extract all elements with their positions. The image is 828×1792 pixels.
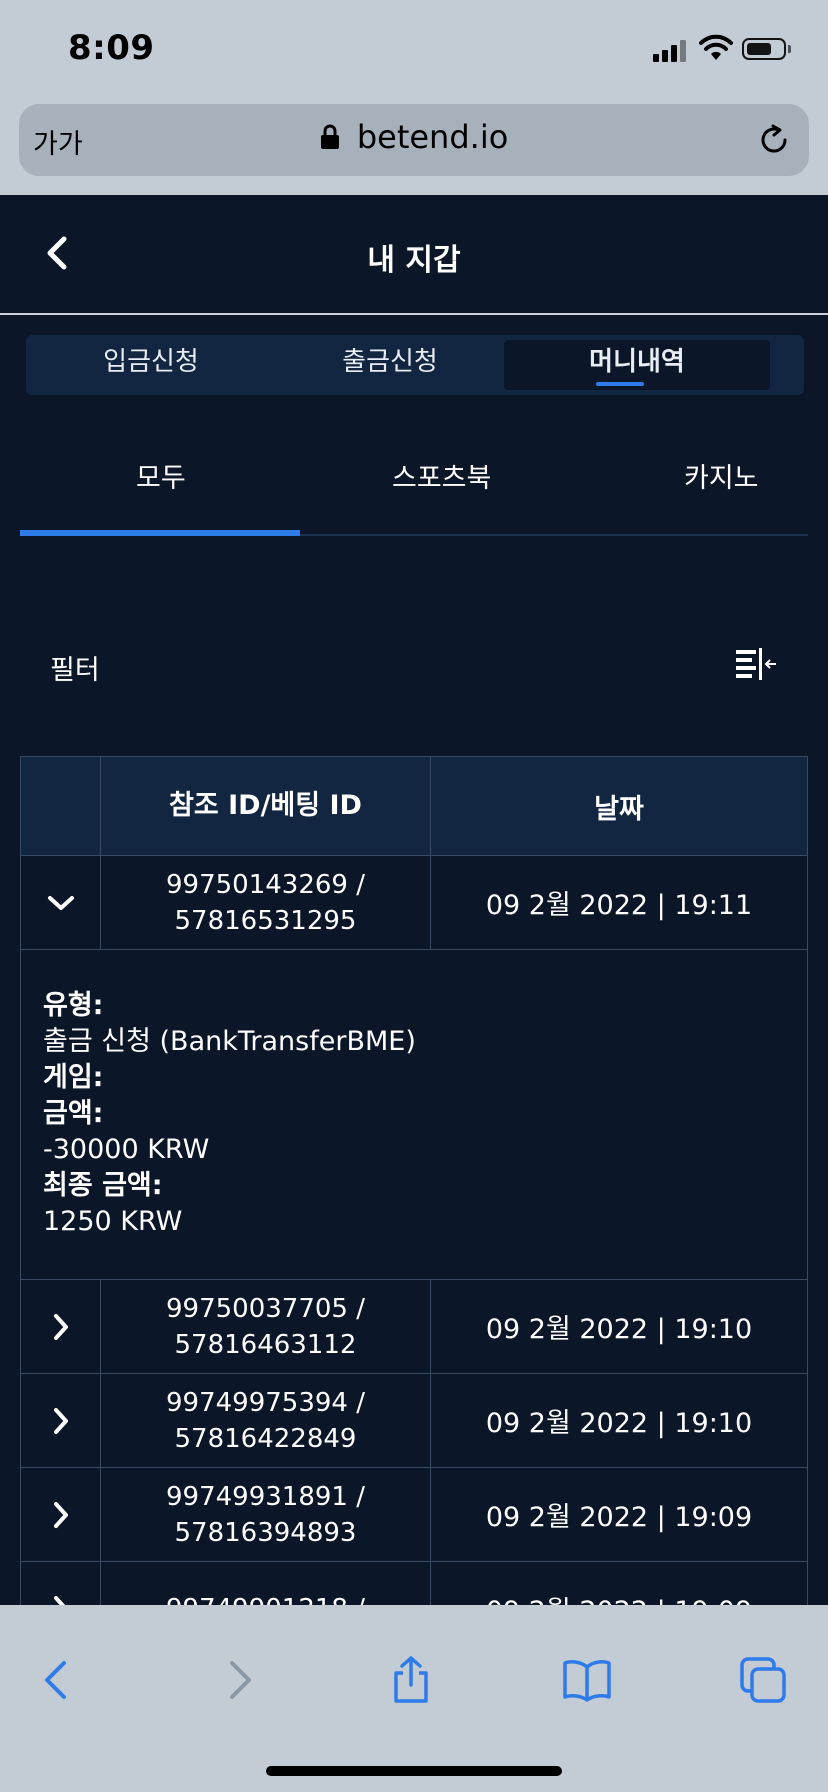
tab-money-history-label: 머니내역: [589, 347, 685, 377]
table-row[interactable]: 99749975394 / 57816422849 09 2월 2022 | 19…: [20, 1374, 808, 1468]
reload-icon[interactable]: [757, 123, 791, 157]
ref-bet-id: 99750037705 / 57816463112: [101, 1280, 431, 1373]
ref-bet-id: 99749931891 / 57816394893: [101, 1468, 431, 1561]
history-table: 참조 ID/베팅 ID 날짜 99750143269 / 57816531295 …: [20, 756, 808, 1656]
table-header: 참조 ID/베팅 ID 날짜: [20, 756, 808, 856]
filter-label[interactable]: 필터: [50, 648, 100, 687]
bet-id: 57816531295: [174, 905, 357, 936]
chevron-down-icon: [47, 895, 74, 910]
chevron-right-icon: [53, 1313, 68, 1340]
tabs-icon[interactable]: [738, 1655, 788, 1705]
table-row[interactable]: 99750143269 / 57816531295 09 2월 2022 | 19…: [20, 856, 808, 950]
type-label: 유형:: [43, 990, 104, 1021]
url-text[interactable]: betend.io: [357, 118, 508, 156]
home-indicator: [266, 1766, 562, 1776]
row-date: 09 2월 2022 | 19:10: [485, 1408, 753, 1439]
subtab-all[interactable]: 모두: [136, 456, 186, 495]
address-bar[interactable]: 가가 betend.io: [19, 104, 809, 176]
ref-id: 99750037705 /: [166, 1293, 365, 1324]
header-toggle-cell: [21, 757, 101, 855]
browser-top-bar: 8:09 가가 betend.io: [0, 0, 828, 195]
tab-money-history[interactable]: 머니내역: [504, 340, 770, 390]
tab-withdraw[interactable]: 출금신청: [271, 340, 509, 390]
row-date: 09 2월 2022 | 19:09: [485, 1502, 753, 1533]
final-amount-value: 1250 KRW: [43, 1206, 183, 1237]
expand-toggle[interactable]: [21, 1374, 101, 1467]
bet-id: 57816422849: [174, 1423, 357, 1454]
subtab-casino[interactable]: 카지노: [684, 456, 759, 495]
ref-id: 99749975394 /: [166, 1387, 365, 1418]
ref-bet-id: 99750143269 / 57816531295: [101, 856, 431, 949]
collapse-toggle[interactable]: [21, 856, 101, 949]
table-row[interactable]: 99749931891 / 57816394893 09 2월 2022 | 19…: [20, 1468, 808, 1562]
sub-tabs: 모두 스포츠북 카지노: [20, 430, 808, 536]
chevron-right-icon: [53, 1407, 68, 1434]
bet-id: 57816463112: [174, 1329, 357, 1360]
battery-cap: [788, 45, 791, 53]
expand-toggle[interactable]: [21, 1280, 101, 1373]
browser-forward-icon[interactable]: [212, 1655, 262, 1705]
browser-back-icon[interactable]: [34, 1655, 84, 1705]
ref-id: 99750143269 /: [166, 869, 365, 900]
lock-icon: [320, 124, 339, 149]
subtab-active-indicator: [20, 530, 300, 536]
ref-id: 99749931891 /: [166, 1481, 365, 1512]
subtab-sportsbook[interactable]: 스포츠북: [392, 456, 491, 495]
column-header-date: 날짜: [594, 793, 644, 825]
table-row[interactable]: 99750037705 / 57816463112 09 2월 2022 | 19…: [20, 1280, 808, 1374]
row-details: 유형: 출금 신청 (BankTransferBME) 게임: 금액: -300…: [20, 950, 808, 1280]
chevron-right-icon: [53, 1501, 68, 1528]
share-icon[interactable]: [386, 1655, 436, 1705]
page-header: 내 지갑: [0, 195, 828, 315]
bet-id: 57816394893: [174, 1517, 357, 1548]
battery-icon: [742, 38, 786, 60]
filter-collapse-icon[interactable]: [732, 644, 778, 684]
status-time: 8:09: [68, 28, 155, 68]
wallet-tabs: 입금신청 출금신청 머니내역: [26, 335, 804, 395]
amount-label: 금액:: [43, 1098, 104, 1129]
type-value: 출금 신청 (BankTransferBME): [43, 1026, 416, 1057]
bookmarks-icon[interactable]: [562, 1655, 612, 1705]
row-date: 09 2월 2022 | 19:11: [485, 890, 753, 921]
wifi-icon: [699, 34, 733, 60]
final-amount-label: 최종 금액:: [43, 1170, 163, 1201]
active-tab-underline: [596, 382, 644, 386]
amount-value: -30000 KRW: [43, 1134, 210, 1165]
browser-toolbar: [0, 1605, 828, 1792]
ref-bet-id: 99749975394 / 57816422849: [101, 1374, 431, 1467]
expand-toggle[interactable]: [21, 1468, 101, 1561]
page-title: 내 지갑: [367, 243, 461, 278]
row-date: 09 2월 2022 | 19:10: [485, 1314, 753, 1345]
url-container: betend.io: [19, 118, 809, 156]
tab-deposit[interactable]: 입금신청: [32, 340, 270, 390]
game-label: 게임:: [43, 1062, 104, 1093]
signal-icon: [653, 38, 689, 62]
column-header-ref-id: 참조 ID/베팅 ID: [101, 757, 431, 855]
